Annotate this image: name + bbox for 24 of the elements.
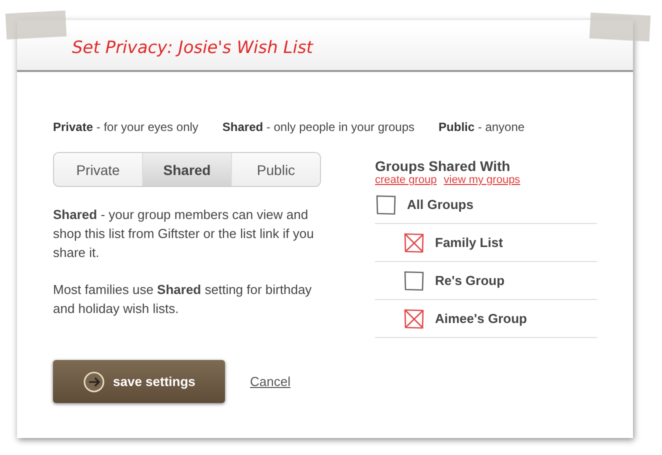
privacy-legend-text: Shared - only people in your groups bbox=[222, 120, 415, 134]
checkbox-icon[interactable] bbox=[403, 270, 425, 292]
tape-strip bbox=[589, 12, 651, 42]
description-text: Most families use Shared setting for birthday and holiday wish lists. bbox=[53, 281, 313, 318]
group-label: All Groups bbox=[407, 197, 474, 212]
privacy-legend-text: Private - for your eyes only bbox=[53, 120, 198, 134]
privacy-legend-text: Public - anyone bbox=[438, 120, 525, 134]
group-label: Family List bbox=[435, 235, 503, 250]
privacy-tab[interactable]: Public bbox=[232, 153, 320, 186]
privacy-tab[interactable]: Private bbox=[54, 153, 143, 186]
tape-strip bbox=[5, 10, 67, 40]
privacy-tab[interactable]: Shared bbox=[143, 153, 232, 186]
group-label: Re's Group bbox=[435, 273, 505, 288]
checked-box-icon[interactable] bbox=[403, 232, 425, 254]
save-settings-button[interactable]: save settings bbox=[53, 360, 225, 403]
group-link[interactable]: view my groups bbox=[444, 174, 520, 186]
cancel-link[interactable]: Cancel bbox=[250, 374, 290, 389]
description-text: Shared - your group members can view and shop this list from Giftster or the list link if you share it. bbox=[53, 206, 315, 262]
checkbox-icon[interactable] bbox=[375, 194, 397, 216]
groups-heading: Groups Shared With bbox=[375, 158, 512, 174]
group-link[interactable]: create group bbox=[375, 174, 437, 186]
group-label: Aimee's Group bbox=[435, 311, 527, 326]
checked-box-icon[interactable] bbox=[403, 308, 425, 330]
page-title: Set Privacy: Josie's Wish List bbox=[72, 38, 313, 58]
